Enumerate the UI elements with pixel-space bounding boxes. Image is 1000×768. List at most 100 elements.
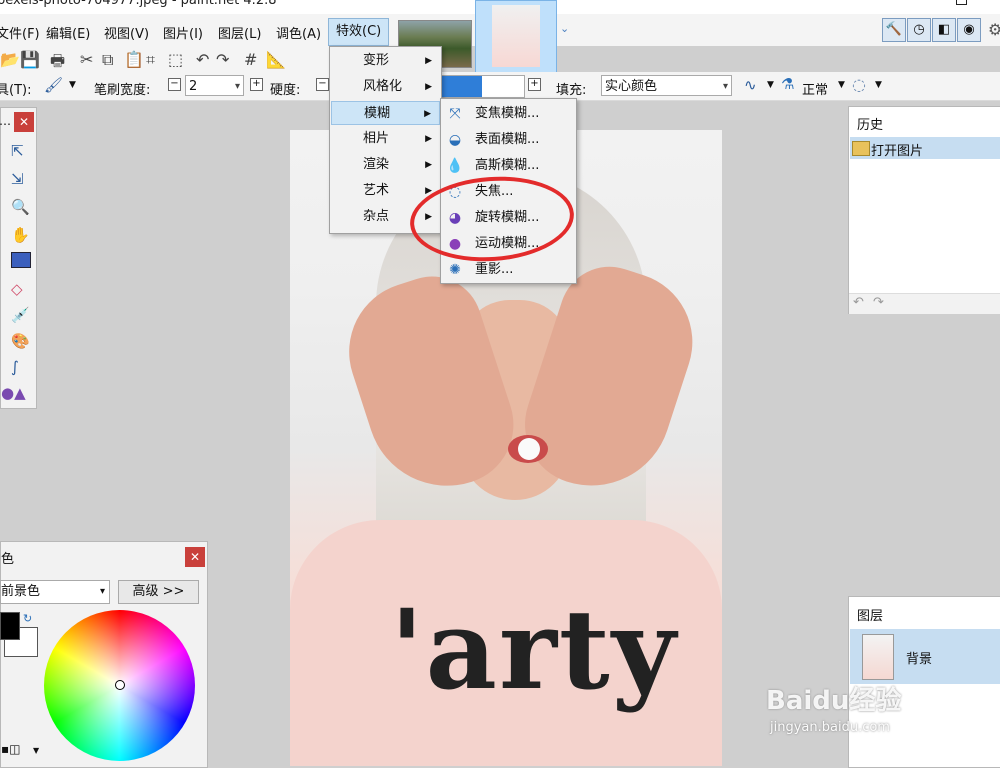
history-title: 历史 bbox=[857, 118, 884, 133]
chevron-down-icon[interactable]: ▼ bbox=[838, 80, 845, 90]
deselect-icon[interactable]: ⬚ bbox=[168, 50, 183, 69]
menu-item-photo[interactable]: 相片 ▶ bbox=[331, 127, 440, 151]
menu-item-distort[interactable]: 变形 ▶ bbox=[331, 49, 440, 73]
chevron-down-icon[interactable]: ▼ bbox=[767, 80, 774, 90]
maximize-button[interactable] bbox=[956, 0, 967, 5]
eraser-icon[interactable]: ◇ bbox=[11, 280, 23, 298]
tool-label: 具(T): bbox=[0, 83, 32, 98]
chevron-down-icon: ▾ bbox=[722, 81, 728, 92]
primary-color-swatch[interactable] bbox=[0, 612, 20, 640]
colors-window-icon[interactable]: ◉ bbox=[957, 18, 981, 42]
tools-window: … ⇱ ⇲ 🔍 ✋ ◇ 💉 🎨 ∫ ●▲ bbox=[0, 107, 37, 409]
shirt-text: 'arty bbox=[390, 585, 678, 714]
menu-item-render[interactable]: 渲染 ▶ bbox=[331, 153, 440, 177]
menu-item-label: 风格化 bbox=[363, 79, 403, 94]
history-item-label: 打开图片 bbox=[871, 144, 924, 159]
menu-view[interactable]: 视图(V) bbox=[104, 23, 149, 42]
move-selection-icon[interactable]: ⇱ bbox=[11, 142, 24, 160]
tools-window-title-dots: … bbox=[0, 114, 11, 128]
open-icon[interactable]: 📂 bbox=[0, 50, 20, 69]
hardness-label: 硬度: bbox=[270, 83, 301, 98]
gear-icon[interactable]: ⚙ bbox=[988, 20, 1000, 39]
hardness-slider[interactable] bbox=[441, 75, 525, 98]
chevron-down-icon[interactable]: ⌄ bbox=[560, 22, 569, 35]
decrease-width-button[interactable]: − bbox=[168, 78, 181, 91]
zoom-blur-icon: ⤧ bbox=[449, 106, 461, 122]
save-icon[interactable]: 💾 bbox=[20, 50, 40, 69]
chevron-down-icon[interactable]: ▼ bbox=[69, 80, 76, 90]
pan-icon[interactable]: ✋ bbox=[11, 226, 30, 244]
rectangle-select-icon[interactable] bbox=[11, 252, 31, 268]
chevron-down-icon[interactable]: ▼ bbox=[875, 80, 882, 90]
main-toolbar: 📂 💾 🖶 ✂ ⧉ 📋 ⌗ ⬚ ↶ ↷ # 📐 bbox=[0, 46, 330, 74]
brush-tool-icon[interactable]: 🖌 bbox=[44, 76, 63, 94]
menu-item-surface-blur[interactable]: ◒ 表面模糊... bbox=[442, 127, 575, 153]
photo-bubblegum bbox=[518, 438, 540, 460]
close-icon[interactable]: ✕ bbox=[185, 547, 205, 567]
submenu-arrow-icon: ▶ bbox=[425, 82, 432, 92]
redo-icon[interactable]: ↷ bbox=[216, 50, 229, 69]
menu-image[interactable]: 图片(I) bbox=[163, 23, 203, 42]
move-selected-icon[interactable]: ⇲ bbox=[11, 170, 24, 188]
brush-width-label: 笔刷宽度: bbox=[94, 83, 151, 98]
recolor-icon[interactable]: 🎨 bbox=[11, 332, 30, 350]
image-tab-thumbnail-active[interactable] bbox=[475, 0, 557, 74]
menu-item-label: 表面模糊... bbox=[475, 132, 540, 147]
menu-adjustments[interactable]: 调色(A) bbox=[276, 23, 321, 42]
submenu-arrow-icon: ▶ bbox=[425, 134, 432, 144]
palette-icon[interactable]: ▪◫ bbox=[1, 742, 20, 756]
menu-item-label: 模糊 bbox=[364, 106, 391, 121]
color-target-select[interactable]: 前景色 ▾ bbox=[0, 580, 110, 604]
tools-window-icon[interactable]: 🔨 bbox=[882, 18, 906, 42]
menu-layers[interactable]: 图层(L) bbox=[218, 23, 261, 42]
menu-file[interactable]: 文件(F) bbox=[0, 23, 40, 42]
menu-item-blur[interactable]: 模糊 ▶ bbox=[331, 101, 440, 125]
blend-mode-value[interactable]: 正常 bbox=[802, 79, 828, 98]
menu-item-label: 艺术 bbox=[363, 183, 390, 198]
menu-item-zoom-blur[interactable]: ⤧ 变焦模糊... bbox=[442, 101, 575, 127]
crop-icon[interactable]: ⌗ bbox=[146, 50, 155, 70]
increase-hardness-button[interactable]: + bbox=[528, 78, 541, 91]
layers-window-icon[interactable]: ◧ bbox=[932, 18, 956, 42]
line-curve-icon[interactable]: ∫ bbox=[11, 358, 19, 376]
undo-icon[interactable]: ↶ bbox=[196, 50, 209, 69]
fill-mode-value: 实心颜色 bbox=[605, 79, 658, 94]
fill-mode-select[interactable]: 实心颜色 ▾ bbox=[601, 75, 732, 96]
increase-width-button[interactable]: + bbox=[250, 78, 263, 91]
menu-item-label: 相片 bbox=[363, 131, 390, 146]
brush-width-input[interactable]: 2 ▾ bbox=[185, 75, 244, 96]
ruler-icon[interactable]: 📐 bbox=[266, 50, 286, 69]
grid-icon[interactable]: # bbox=[244, 50, 257, 69]
blend-mode-icon: ⚗ bbox=[781, 75, 795, 93]
menu-effects[interactable]: 特效(C) bbox=[328, 18, 390, 46]
menu-item-label: 杂点 bbox=[363, 209, 390, 224]
color-target-value: 前景色 bbox=[1, 584, 41, 599]
menu-item-fragment[interactable]: ✺ 重影... bbox=[442, 257, 575, 283]
history-item[interactable]: 打开图片 bbox=[850, 137, 1000, 159]
chevron-down-icon[interactable]: ▼ bbox=[33, 746, 39, 755]
close-icon[interactable]: ✕ bbox=[14, 112, 34, 132]
zoom-icon[interactable]: 🔍 bbox=[11, 198, 30, 216]
history-window-icon[interactable]: ◷ bbox=[907, 18, 931, 42]
window-title: pexels-photo-704977.jpeg - paint.net 4.2… bbox=[0, 0, 277, 8]
hardness-slider-fill bbox=[442, 76, 482, 97]
fragment-icon: ✺ bbox=[449, 262, 461, 278]
undo-icon[interactable]: ↶ bbox=[853, 295, 864, 310]
color-picker-icon[interactable]: 💉 bbox=[11, 306, 30, 324]
swap-colors-icon[interactable]: ↻ bbox=[23, 612, 32, 625]
shapes-icon[interactable]: ●▲ bbox=[1, 384, 26, 402]
menu-item-gaussian-blur[interactable]: 💧 高斯模糊... bbox=[442, 153, 575, 179]
copy-icon[interactable]: ⧉ bbox=[102, 50, 113, 70]
decrease-hardness-button[interactable]: − bbox=[316, 78, 329, 91]
advanced-button[interactable]: 高级 >> bbox=[118, 580, 199, 604]
layer-row[interactable]: 背景 bbox=[850, 629, 1000, 684]
menu-edit[interactable]: 编辑(E) bbox=[46, 23, 90, 42]
color-wheel-cursor[interactable] bbox=[115, 680, 125, 690]
menu-item-stylize[interactable]: 风格化 ▶ bbox=[331, 75, 440, 99]
redo-icon[interactable]: ↷ bbox=[873, 295, 884, 310]
paste-icon[interactable]: 📋 bbox=[124, 50, 144, 69]
selection-mode-icon[interactable]: ◌ bbox=[852, 75, 866, 94]
antialias-icon[interactable]: ∿ bbox=[744, 76, 757, 94]
fill-label: 填充: bbox=[556, 83, 587, 98]
cut-icon[interactable]: ✂ bbox=[80, 50, 93, 69]
